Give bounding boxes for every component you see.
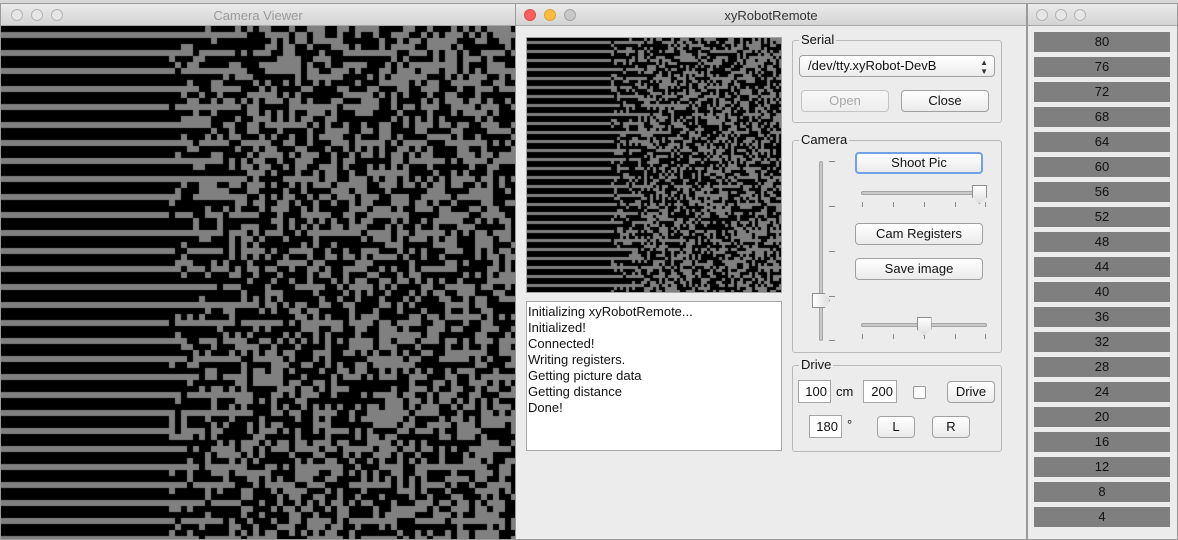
gain-slider[interactable] xyxy=(861,317,987,343)
scale-row: 16 xyxy=(1034,432,1170,452)
shoot-pic-button[interactable]: Shoot Pic xyxy=(855,152,983,174)
slider-tick xyxy=(862,334,863,339)
scale-row: 32 xyxy=(1034,332,1170,352)
scale-row: 76 xyxy=(1034,57,1170,77)
slider-tick xyxy=(985,334,986,339)
vertical-slider[interactable] xyxy=(812,161,843,341)
camera-viewer-titlebar[interactable]: Camera Viewer xyxy=(1,4,515,26)
save-image-button[interactable]: Save image xyxy=(855,258,983,280)
scale-row: 28 xyxy=(1034,357,1170,377)
slider-track xyxy=(861,191,987,195)
serial-group-title: Serial xyxy=(799,32,837,47)
window-title: Camera Viewer xyxy=(213,8,303,23)
scale-window: 80 76 72 68 64 60 56 52 48 44 40 36 32 28 24 20 16 12 8 4 xyxy=(1027,3,1178,540)
serial-port-value: /dev/tty.xyRobot-DevB xyxy=(808,58,937,73)
log-line: Initialized! xyxy=(528,320,586,335)
vertical-slider-tick xyxy=(829,206,835,207)
log-line: Getting distance xyxy=(528,384,622,399)
camera-preview xyxy=(526,37,782,293)
window-title: xyRobotRemote xyxy=(724,8,818,23)
drive-button[interactable]: Drive xyxy=(947,381,995,403)
log-output[interactable]: Initializing xyRobotRemote... Initialized… xyxy=(526,301,782,451)
scale-row: 48 xyxy=(1034,232,1170,252)
vertical-slider-track xyxy=(819,161,823,341)
slider-tick xyxy=(955,334,956,339)
scale-row: 40 xyxy=(1034,282,1170,302)
slider-tick xyxy=(955,202,956,207)
slider-tick xyxy=(862,202,863,207)
slider-tick xyxy=(924,202,925,207)
log-line: Connected! xyxy=(528,336,595,351)
cam-registers-button[interactable]: Cam Registers xyxy=(855,223,983,245)
scale-row: 52 xyxy=(1034,207,1170,227)
log-line: Writing registers. xyxy=(528,352,626,367)
zoom-window-icon[interactable] xyxy=(1074,9,1086,21)
close-button[interactable]: Close xyxy=(901,90,989,112)
close-window-icon[interactable] xyxy=(1036,9,1048,21)
remote-titlebar[interactable]: xyRobotRemote xyxy=(516,4,1026,26)
scale-row: 8 xyxy=(1034,482,1170,502)
distance-input[interactable] xyxy=(798,380,831,403)
distance-scale-list: 80 76 72 68 64 60 56 52 48 44 40 36 32 28 24 20 16 12 8 4 xyxy=(1034,32,1170,532)
angle-input[interactable] xyxy=(809,415,842,438)
scale-row: 56 xyxy=(1034,182,1170,202)
slider-tick xyxy=(893,334,894,339)
drive-checkbox[interactable] xyxy=(913,386,926,399)
vertical-slider-tick xyxy=(829,296,835,297)
open-button[interactable]: Open xyxy=(801,90,889,112)
scale-row: 24 xyxy=(1034,382,1170,402)
camera-image xyxy=(1,26,515,539)
vertical-slider-thumb[interactable] xyxy=(812,293,830,308)
serial-port-select[interactable]: /dev/tty.xyRobot-DevB ▲ ▼ xyxy=(799,55,995,77)
scale-row: 12 xyxy=(1034,457,1170,477)
log-line: Getting picture data xyxy=(528,368,642,383)
vertical-slider-tick xyxy=(829,340,835,341)
camera-viewer-window: Camera Viewer xyxy=(0,3,516,540)
scale-row: 44 xyxy=(1034,257,1170,277)
scale-row: 36 xyxy=(1034,307,1170,327)
camera-group: Camera Shoot Pic Cam Registers Save imag… xyxy=(792,132,1002,353)
scale-row: 72 xyxy=(1034,82,1170,102)
scale-row: 20 xyxy=(1034,407,1170,427)
log-line: Done! xyxy=(528,400,563,415)
slider-ticks xyxy=(861,202,987,207)
scale-row: 68 xyxy=(1034,107,1170,127)
scale-titlebar[interactable] xyxy=(1028,4,1177,26)
slider-tick xyxy=(893,202,894,207)
chevron-up-down-icon: ▲ ▼ xyxy=(980,58,988,76)
vertical-slider-tick xyxy=(829,161,835,162)
slider-tick xyxy=(985,202,986,207)
turn-right-button[interactable]: R xyxy=(932,416,970,438)
scale-row: 4 xyxy=(1034,507,1170,527)
remote-window: xyRobotRemote Initializing xyRobotRemote… xyxy=(515,3,1027,540)
distance-unit-label: cm xyxy=(836,384,854,399)
drive-group-title: Drive xyxy=(799,357,834,372)
serial-group: Serial /dev/tty.xyRobot-DevB ▲ ▼ Open Clo… xyxy=(792,32,1002,123)
minimize-window-icon[interactable] xyxy=(1055,9,1067,21)
log-line: Initializing xyRobotRemote... xyxy=(528,304,693,319)
exposure-slider[interactable] xyxy=(861,185,987,211)
scale-row: 64 xyxy=(1034,132,1170,152)
drive-group: Drive cm Drive ° L R xyxy=(792,357,1002,452)
scale-row: 60 xyxy=(1034,157,1170,177)
scale-row: 80 xyxy=(1034,32,1170,52)
vertical-slider-tick xyxy=(829,251,835,252)
turn-left-button[interactable]: L xyxy=(877,416,915,438)
speed-input[interactable] xyxy=(863,380,897,403)
camera-group-title: Camera xyxy=(799,132,850,147)
angle-unit-label: ° xyxy=(847,417,853,432)
